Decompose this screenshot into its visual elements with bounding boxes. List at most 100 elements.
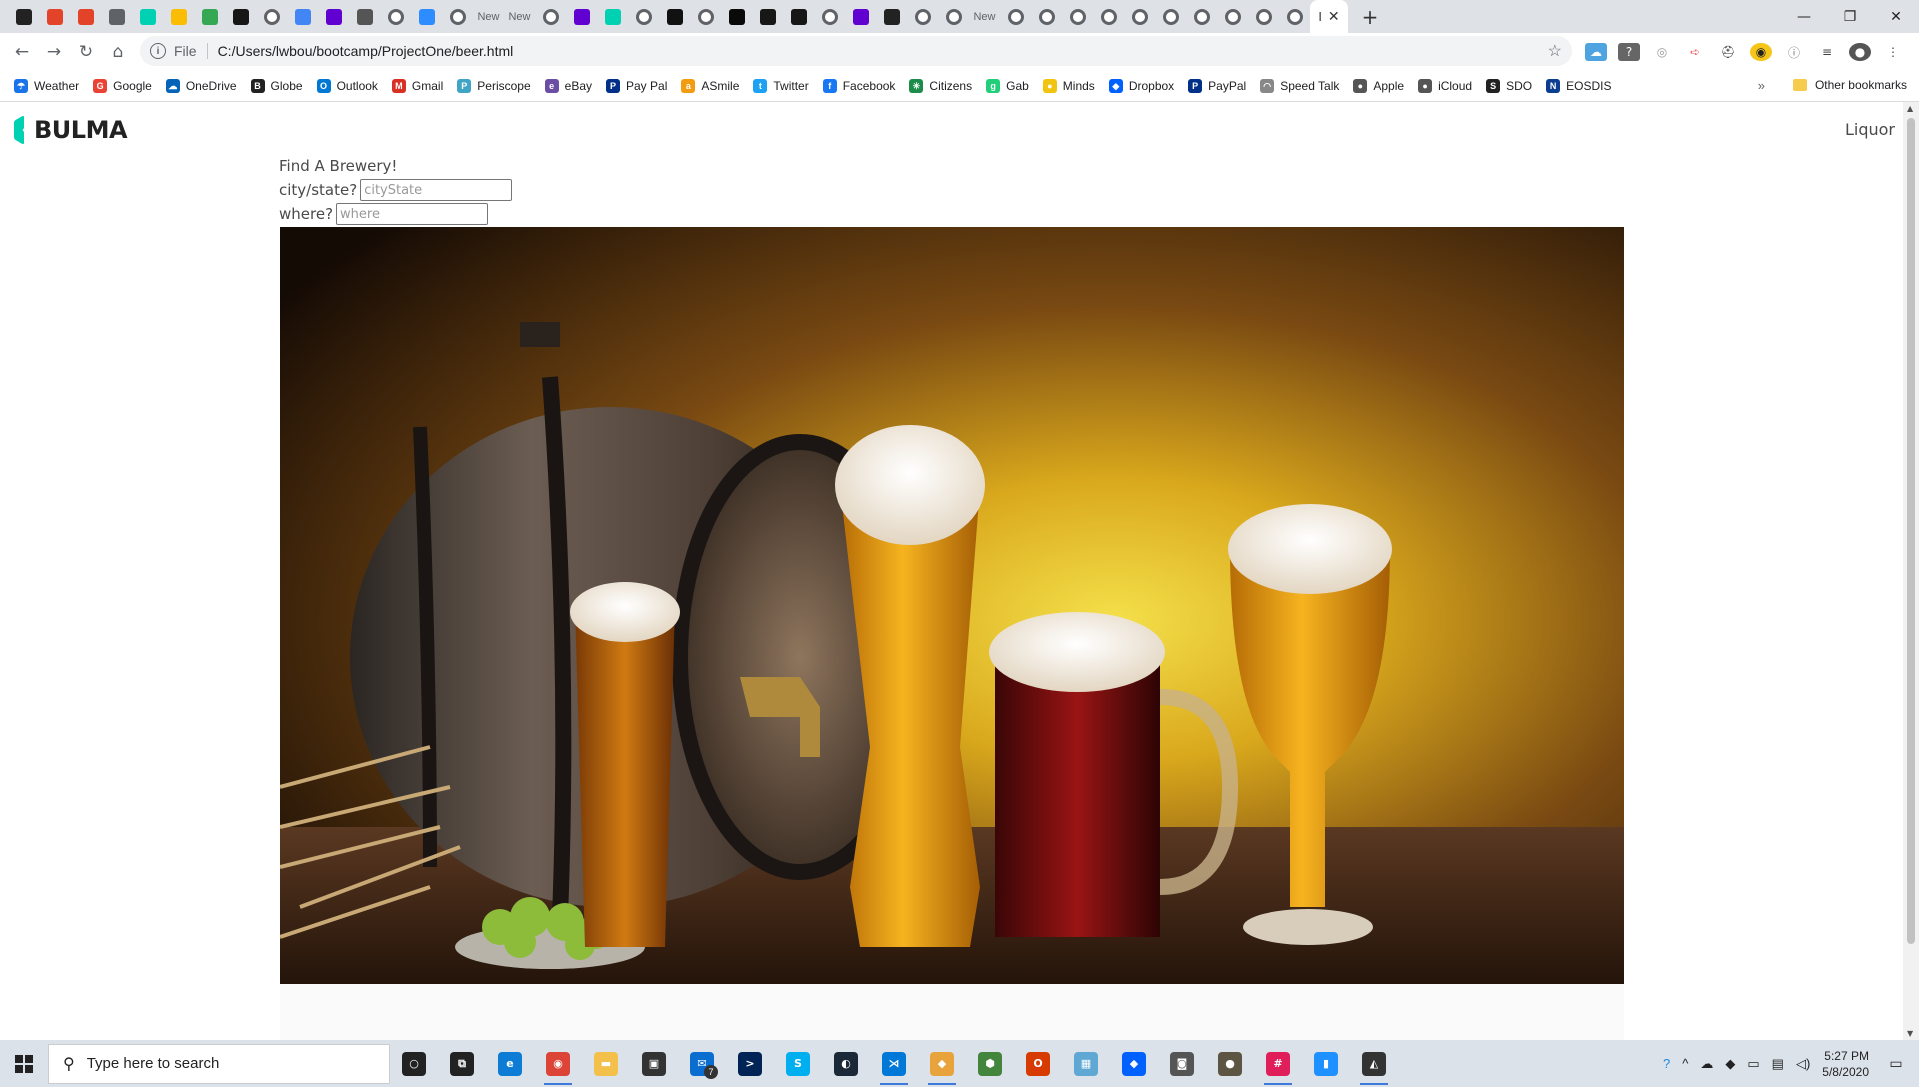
bookmark-item[interactable]: g Gab xyxy=(986,79,1029,93)
nav-link-liquor[interactable]: Liquor xyxy=(1845,120,1895,139)
dropbox-tray-icon[interactable]: ◆ xyxy=(1725,1056,1735,1072)
tray-overflow-icon[interactable]: ^ xyxy=(1682,1056,1688,1071)
bookmark-item[interactable]: ◠ Speed Talk xyxy=(1260,79,1339,93)
taskbar-app-button[interactable]: ○ xyxy=(390,1040,438,1087)
taskbar-app-button[interactable]: ◐ xyxy=(822,1040,870,1087)
volume-tray-icon[interactable]: ◁) xyxy=(1796,1056,1810,1072)
browser-tab[interactable] xyxy=(163,0,194,33)
badge-extension-icon[interactable]: ⛑ xyxy=(1717,43,1739,61)
taskbar-app-button[interactable]: ◆ xyxy=(1110,1040,1158,1087)
scroll-down-icon[interactable]: ▼ xyxy=(1907,1029,1913,1038)
start-button[interactable] xyxy=(0,1040,48,1087)
minimize-button[interactable]: — xyxy=(1781,0,1827,33)
onedrive-tray-icon[interactable]: ☁ xyxy=(1700,1056,1713,1072)
browser-tab[interactable] xyxy=(566,0,597,33)
browser-tab[interactable] xyxy=(101,0,132,33)
taskbar-app-button[interactable]: O xyxy=(1014,1040,1062,1087)
bookmark-item[interactable]: O Outlook xyxy=(316,79,378,93)
battery-tray-icon[interactable]: ▭ xyxy=(1747,1056,1759,1072)
taskbar-app-button[interactable]: ⬢ xyxy=(966,1040,1014,1087)
bookmark-item[interactable]: M Gmail xyxy=(391,79,443,93)
help-extension-icon[interactable]: ? xyxy=(1618,43,1640,61)
browser-tab[interactable] xyxy=(1124,0,1155,33)
bookmark-star-icon[interactable]: ☆ xyxy=(1548,41,1562,61)
browser-tab[interactable] xyxy=(1248,0,1279,33)
bookmark-item[interactable]: ● iCloud xyxy=(1418,79,1472,93)
browser-tab[interactable] xyxy=(225,0,256,33)
browser-tab[interactable] xyxy=(628,0,659,33)
browser-tab[interactable] xyxy=(1031,0,1062,33)
browser-tab[interactable] xyxy=(721,0,752,33)
browser-tab[interactable] xyxy=(1062,0,1093,33)
bookmark-item[interactable]: t Twitter xyxy=(753,79,809,93)
chrome-menu-icon[interactable]: ⋮ xyxy=(1882,43,1904,61)
taskbar-search-box[interactable]: ⚲ Type here to search xyxy=(48,1043,390,1084)
bookmark-item[interactable]: S SDO xyxy=(1486,79,1532,93)
reading-list-icon[interactable]: ≡ xyxy=(1816,43,1838,61)
taskbar-app-button[interactable]: ◙ xyxy=(1158,1040,1206,1087)
city-state-input[interactable] xyxy=(360,179,513,201)
taskbar-app-button[interactable]: ◆ xyxy=(918,1040,966,1087)
taskbar-app-button[interactable]: > xyxy=(726,1040,774,1087)
circle-extension-icon[interactable]: ◎ xyxy=(1651,43,1673,61)
bookmark-item[interactable]: e eBay xyxy=(544,79,592,93)
bookmark-item[interactable]: ☂ Weather xyxy=(14,79,79,93)
browser-tab[interactable] xyxy=(783,0,814,33)
active-tab[interactable]: I ✕ xyxy=(1310,0,1348,33)
bookmark-item[interactable]: P PayPal xyxy=(1188,79,1246,93)
browser-tab[interactable] xyxy=(1093,0,1124,33)
url-text[interactable]: C:/Users/lwbou/bootcamp/ProjectOne/beer.… xyxy=(218,43,514,59)
browser-tab[interactable] xyxy=(938,0,969,33)
bookmark-item[interactable]: ☁ OneDrive xyxy=(165,79,237,93)
taskbar-app-button[interactable]: e xyxy=(486,1040,534,1087)
browser-tab[interactable] xyxy=(752,0,783,33)
browser-tab[interactable] xyxy=(8,0,39,33)
bookmark-item[interactable]: f Facebook xyxy=(822,79,895,93)
page-scrollbar[interactable]: ▲ ▼ xyxy=(1903,102,1919,1040)
browser-tab[interactable] xyxy=(411,0,442,33)
taskbar-app-button[interactable]: ▣ xyxy=(630,1040,678,1087)
browser-tab[interactable] xyxy=(70,0,101,33)
browser-tab[interactable] xyxy=(1279,0,1310,33)
scrollbar-thumb[interactable] xyxy=(1907,118,1915,944)
taskbar-app-button[interactable]: ⋊ xyxy=(870,1040,918,1087)
browser-tab[interactable] xyxy=(349,0,380,33)
taskbar-app-button[interactable]: ◉ xyxy=(534,1040,582,1087)
browser-tab[interactable]: New xyxy=(473,0,504,33)
onedrive-extension-icon[interactable]: ☁ xyxy=(1585,43,1607,61)
red-extension-icon[interactable]: ➪ xyxy=(1684,43,1706,61)
browser-tab[interactable] xyxy=(659,0,690,33)
where-input[interactable] xyxy=(336,203,489,225)
help-tray-icon[interactable]: ? xyxy=(1663,1056,1670,1071)
browser-tab[interactable]: New xyxy=(504,0,535,33)
browser-tab[interactable] xyxy=(1000,0,1031,33)
browser-tab[interactable] xyxy=(287,0,318,33)
taskbar-app-button[interactable]: ▬ xyxy=(582,1040,630,1087)
browser-tab[interactable] xyxy=(39,0,70,33)
taskbar-app-button[interactable]: S xyxy=(774,1040,822,1087)
browser-tab[interactable]: New xyxy=(969,0,1000,33)
taskbar-app-button[interactable]: ▮ xyxy=(1302,1040,1350,1087)
profile-avatar[interactable]: ● xyxy=(1849,43,1871,61)
bookmark-item[interactable]: ● Minds xyxy=(1042,79,1095,93)
browser-tab[interactable] xyxy=(845,0,876,33)
close-window-button[interactable]: ✕ xyxy=(1873,0,1919,33)
bookmark-item[interactable]: B Globe xyxy=(250,79,303,93)
bookmark-item[interactable]: P Periscope xyxy=(457,79,531,93)
bookmarks-overflow-button[interactable]: » xyxy=(1758,78,1765,93)
taskbar-app-button[interactable]: ◭ xyxy=(1350,1040,1398,1087)
browser-tab[interactable] xyxy=(442,0,473,33)
bookmark-item[interactable]: ◆ Dropbox xyxy=(1108,79,1174,93)
back-button[interactable]: ← xyxy=(6,36,38,68)
restore-button[interactable]: ❐ xyxy=(1827,0,1873,33)
bulma-brand[interactable]: BULMA xyxy=(12,115,128,145)
network-tray-icon[interactable]: ▤ xyxy=(1772,1056,1784,1072)
browser-tab[interactable] xyxy=(1155,0,1186,33)
browser-tab[interactable] xyxy=(597,0,628,33)
close-tab-icon[interactable]: ✕ xyxy=(1328,9,1340,25)
browser-tab[interactable] xyxy=(1186,0,1217,33)
other-bookmarks-folder[interactable]: Other bookmarks xyxy=(1792,78,1907,92)
yellow-extension-icon[interactable]: ◉ xyxy=(1750,43,1772,61)
taskbar-app-button[interactable]: # xyxy=(1254,1040,1302,1087)
browser-tab[interactable] xyxy=(256,0,287,33)
